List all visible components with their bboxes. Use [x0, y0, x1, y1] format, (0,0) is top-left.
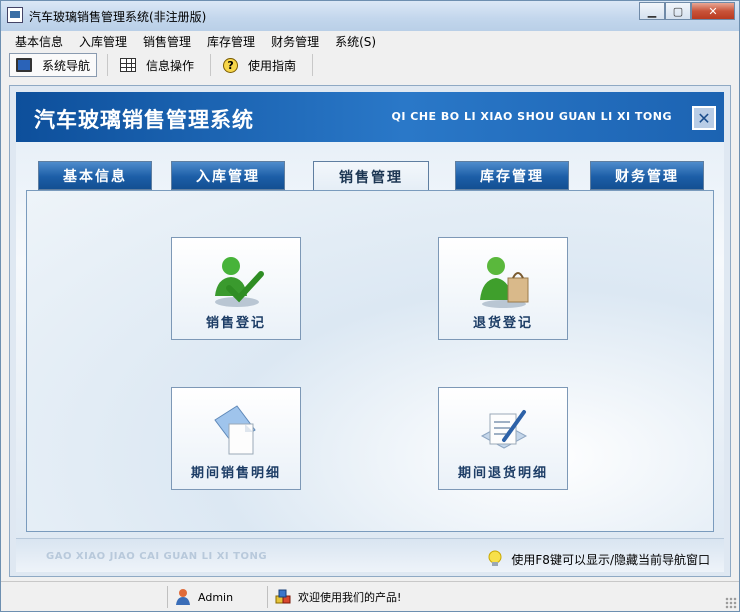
- info-tool-label: 信息操作: [146, 58, 195, 73]
- nav-tool-label: 系统导航: [42, 58, 91, 73]
- footer-tip: 使用F8键可以显示/隐藏当前导航窗口: [485, 549, 710, 569]
- nav-tool-button[interactable]: 系统导航: [9, 53, 98, 77]
- menu-sales[interactable]: 销售管理: [135, 31, 199, 51]
- toolbar: 系统导航 信息操作 ? 使用指南: [1, 51, 739, 79]
- period-return-detail-label: 期间退货明细: [457, 466, 548, 481]
- toolbar-divider: [210, 54, 212, 76]
- menu-inventory[interactable]: 库存管理: [199, 31, 263, 51]
- close-button[interactable]: ✕: [691, 2, 735, 20]
- user-check-icon: [215, 257, 264, 307]
- footer-tip-text: 使用F8键可以显示/隐藏当前导航窗口: [511, 552, 710, 567]
- status-message-text: 欢迎使用我们的产品!: [298, 591, 402, 604]
- minimize-button[interactable]: ▁: [639, 2, 665, 20]
- app-icon: [7, 7, 23, 23]
- window-title: 汽车玻璃销售管理系统(非注册版): [29, 10, 207, 24]
- status-bar: Admin 欢迎使用我们的产品!: [1, 581, 739, 611]
- return-register-button[interactable]: 退货登记: [438, 237, 568, 340]
- banner-subtitle: QI CHE BO LI XIAO SHOU GUAN LI XI TONG: [391, 110, 672, 123]
- title-bar: 汽车玻璃销售管理系统(非注册版) ▁ ▢ ✕: [1, 1, 739, 31]
- user-icon: [176, 589, 190, 605]
- cubes-icon: [275, 589, 291, 604]
- user-bag-icon: [480, 257, 529, 308]
- lightbulb-icon: [488, 550, 502, 566]
- period-sales-detail-label: 期间销售明细: [190, 466, 281, 481]
- return-register-label: 退货登记: [472, 316, 533, 331]
- menu-system[interactable]: 系统(S): [327, 31, 384, 51]
- navigation-panel: 汽车玻璃销售管理系统 QI CHE BO LI XIAO SHOU GUAN L…: [9, 85, 731, 577]
- menu-basic-info[interactable]: 基本信息: [7, 31, 71, 51]
- tab-inventory[interactable]: 库存管理: [455, 161, 569, 190]
- guide-tool-button[interactable]: ? 使用指南: [217, 53, 302, 77]
- menu-stock-in[interactable]: 入库管理: [71, 31, 135, 51]
- tab-basic-info[interactable]: 基本信息: [38, 161, 152, 190]
- period-return-detail-button[interactable]: 期间退货明细: [438, 387, 568, 490]
- app-window: 汽车玻璃销售管理系统(非注册版) ▁ ▢ ✕ 基本信息 入库管理 销售管理 库存…: [0, 0, 740, 612]
- panel-footer: GAO XIAO JIAO CAI GUAN LI XI TONG 使用F8键可…: [16, 538, 724, 572]
- monitor-icon: [16, 58, 32, 72]
- tab-content: 销售登记 退货登记 期间销售明细 期间退货明细: [26, 190, 714, 532]
- banner-title: 汽车玻璃销售管理系统: [34, 108, 254, 132]
- documents-icon: [214, 405, 256, 455]
- resize-grip[interactable]: [725, 597, 737, 609]
- toolbar-divider: [312, 54, 314, 76]
- toolbar-divider: [107, 54, 109, 76]
- grid-icon: [120, 58, 137, 72]
- tab-finance[interactable]: 财务管理: [590, 161, 704, 190]
- guide-tool-label: 使用指南: [248, 58, 297, 73]
- menu-bar: 基本信息 入库管理 销售管理 库存管理 财务管理 系统(S): [1, 31, 739, 51]
- tab-sales[interactable]: 销售管理: [313, 161, 429, 192]
- document-edit-icon: [480, 410, 528, 449]
- banner: 汽车玻璃销售管理系统 QI CHE BO LI XIAO SHOU GUAN L…: [16, 92, 724, 142]
- menu-finance[interactable]: 财务管理: [263, 31, 327, 51]
- tab-stock-in[interactable]: 入库管理: [171, 161, 285, 190]
- sales-register-button[interactable]: 销售登记: [171, 237, 301, 340]
- window-controls: ▁ ▢ ✕: [639, 2, 735, 20]
- maximize-button[interactable]: ▢: [665, 2, 691, 20]
- help-icon: ?: [223, 57, 239, 73]
- info-tool-button[interactable]: 信息操作: [114, 53, 200, 77]
- status-user-name: Admin: [198, 590, 234, 604]
- panel-close-button[interactable]: ✕: [692, 106, 716, 130]
- status-message: 欢迎使用我们的产品!: [267, 586, 727, 608]
- period-sales-detail-button[interactable]: 期间销售明细: [171, 387, 301, 490]
- sales-register-label: 销售登记: [205, 316, 266, 331]
- footer-subtitle: GAO XIAO JIAO CAI GUAN LI XI TONG: [46, 551, 268, 562]
- status-user: Admin: [167, 586, 261, 608]
